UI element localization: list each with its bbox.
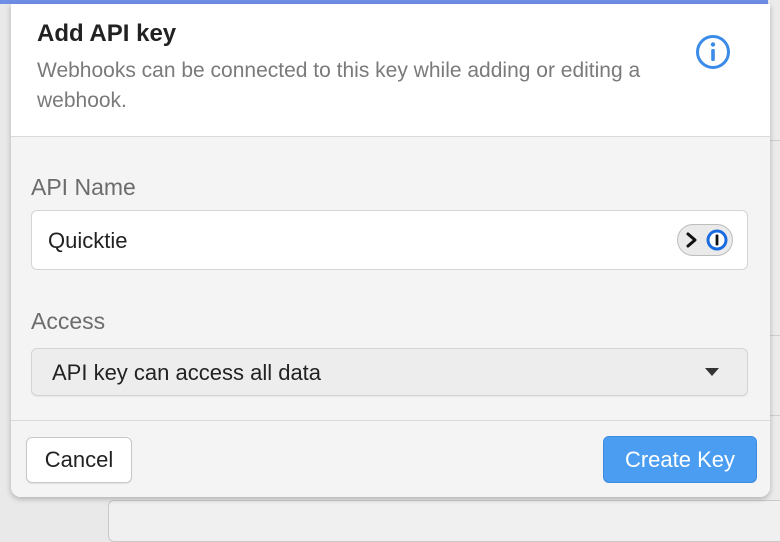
dialog-title: Add API key bbox=[37, 20, 177, 47]
dialog-body: API Name Quicktie Access API key can acc… bbox=[11, 137, 770, 421]
access-selected-value: API key can access all data bbox=[52, 360, 322, 385]
api-name-label: API Name bbox=[31, 174, 136, 200]
chevron-right-icon bbox=[686, 232, 697, 248]
info-icon[interactable] bbox=[695, 34, 731, 70]
background-panel bbox=[108, 500, 780, 542]
dialog-header: Add API key Webhooks can be connected to… bbox=[11, 4, 770, 137]
password-manager-button[interactable] bbox=[677, 224, 733, 256]
api-name-value: Quicktie bbox=[48, 228, 128, 253]
dialog-footer: Cancel Create Key bbox=[11, 421, 770, 497]
dialog-subtitle: Webhooks can be connected to this key wh… bbox=[37, 59, 641, 112]
create-key-button[interactable]: Create Key bbox=[603, 436, 757, 483]
add-api-key-dialog: Add API key Webhooks can be connected to… bbox=[11, 4, 770, 497]
access-select[interactable]: API key can access all data bbox=[31, 348, 748, 396]
api-name-input[interactable]: Quicktie bbox=[31, 210, 748, 270]
access-label: Access bbox=[31, 308, 106, 334]
cancel-button[interactable]: Cancel bbox=[26, 437, 132, 483]
chevron-down-icon bbox=[705, 368, 719, 376]
password-manager-icon bbox=[706, 229, 728, 251]
